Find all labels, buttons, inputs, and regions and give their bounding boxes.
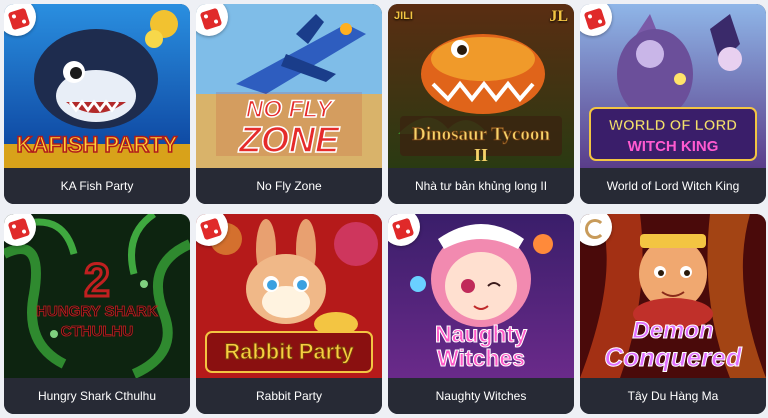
game-logo-line2: Conquered xyxy=(604,342,742,372)
game-logo-line1: Demon xyxy=(632,317,713,344)
game-logo-line2: ZONE xyxy=(238,119,340,160)
game-logo-line2: Witches xyxy=(437,345,525,371)
game-title[interactable]: Tây Du Hàng Ma xyxy=(580,378,766,414)
game-logo-text: Rabbit Party xyxy=(224,339,354,364)
game-title[interactable]: KA Fish Party xyxy=(4,168,190,204)
game-logo-number: 2 xyxy=(84,254,110,306)
game-title[interactable]: Nhà tư bản khủng long II xyxy=(388,168,574,204)
game-title[interactable]: Hungry Shark Cthulhu xyxy=(4,378,190,414)
game-logo-line1: Naughty xyxy=(435,321,527,347)
game-grid: KAFISH PARTY KA Fish Party NO FLY ZONE N… xyxy=(0,0,768,418)
game-card-world-of-lord-witch-king[interactable]: WORLD OF LORD WITCH KING World of Lord W… xyxy=(580,4,766,204)
dice-icon xyxy=(199,217,223,241)
dice-icon xyxy=(391,217,415,241)
game-logo-line2: CTHULHU xyxy=(61,323,134,340)
game-card-naughty-witches[interactable]: Naughty Witches Naughty Witches xyxy=(388,214,574,414)
game-card-hungry-shark-cthulhu[interactable]: 2 HUNGRY SHARK CTHULHU Hungry Shark Cthu… xyxy=(4,214,190,414)
dice-icon xyxy=(199,7,223,31)
game-logo-line1: HUNGRY SHARK xyxy=(36,303,158,320)
game-logo-line2: WITCH KING xyxy=(628,138,719,155)
game-card-no-fly-zone[interactable]: NO FLY ZONE No Fly Zone xyxy=(196,4,382,204)
game-thumbnail[interactable]: Dinosaur Tycoon II xyxy=(388,4,574,168)
game-logo-text: KAFISH PARTY xyxy=(17,132,178,157)
game-title[interactable]: No Fly Zone xyxy=(196,168,382,204)
game-card-dinosaur-tycoon-2[interactable]: Dinosaur Tycoon II JILI JL Nhà tư bản kh… xyxy=(388,4,574,204)
game-logo-line1: Dinosaur Tycoon xyxy=(412,124,550,145)
dice-icon xyxy=(583,7,607,31)
game-card-rabbit-party[interactable]: Rabbit Party Rabbit Party xyxy=(196,214,382,414)
game-logo-line1: WORLD OF LORD xyxy=(609,117,737,134)
game-logo-line2: II xyxy=(474,145,488,165)
game-title[interactable]: World of Lord Witch King xyxy=(580,168,766,204)
provider-jl-badge: JL xyxy=(549,8,568,25)
game-title[interactable]: Rabbit Party xyxy=(196,378,382,414)
game-card-demon-conquered[interactable]: Demon Conquered Tây Du Hàng Ma xyxy=(580,214,766,414)
game-card-ka-fish-party[interactable]: KAFISH PARTY KA Fish Party xyxy=(4,4,190,204)
dice-icon xyxy=(7,7,31,31)
swirl-icon xyxy=(585,219,605,239)
game-title[interactable]: Naughty Witches xyxy=(388,378,574,414)
provider-jili-badge: JILI xyxy=(394,10,413,22)
dice-icon xyxy=(7,217,31,241)
